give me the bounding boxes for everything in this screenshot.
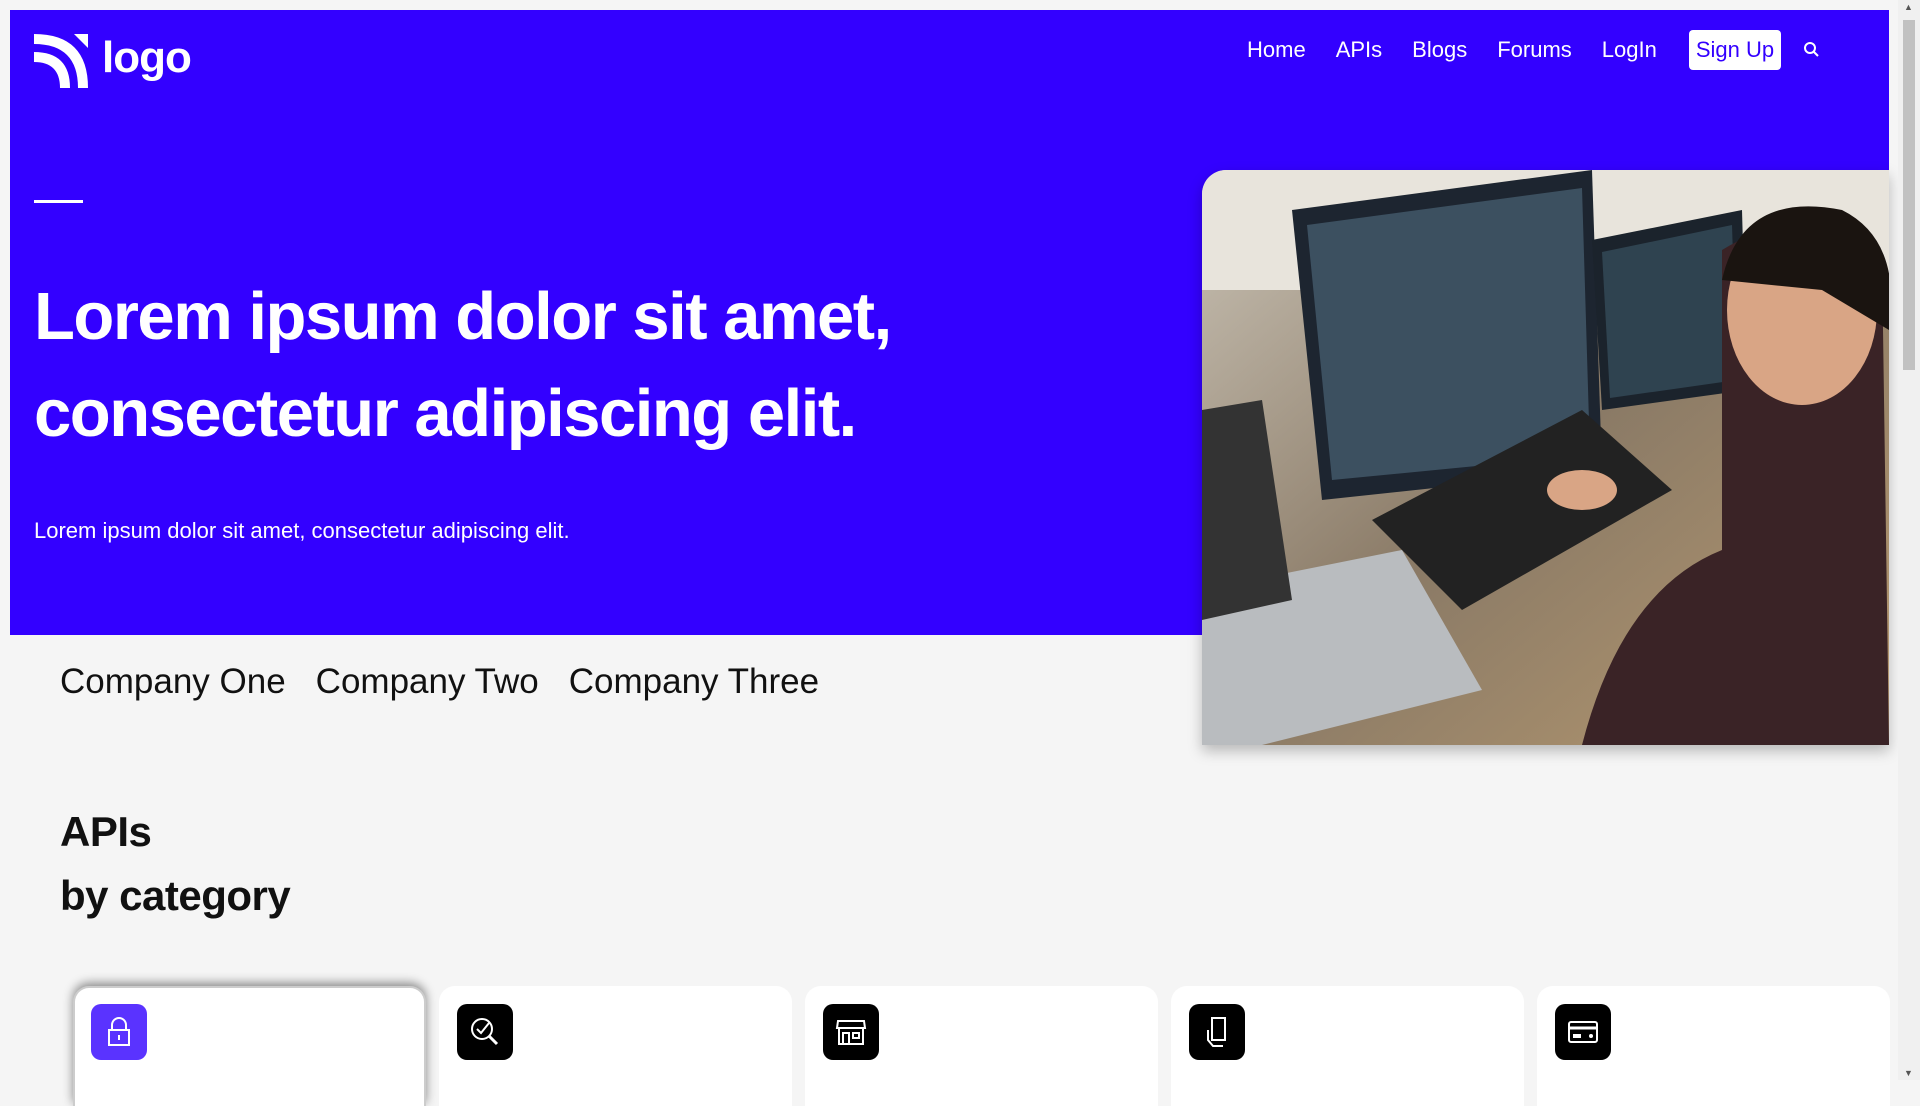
signup-button[interactable]: Sign Up bbox=[1688, 30, 1782, 70]
hero-headline: Lorem ipsum dolor sit amet, consectetur … bbox=[34, 268, 1134, 462]
company-three: Company Three bbox=[568, 662, 820, 701]
hero-subtitle: Lorem ipsum dolor sit amet, consectetur … bbox=[34, 518, 570, 543]
scroll-down-arrow-icon[interactable]: ▼ bbox=[1904, 1068, 1913, 1078]
hero-dash-divider bbox=[34, 200, 83, 203]
headline-line-2: consectetur adipiscing elit. bbox=[34, 376, 857, 451]
nav-login[interactable]: LogIn bbox=[1602, 37, 1657, 63]
nav-blogs[interactable]: Blogs bbox=[1412, 37, 1467, 63]
company-two: Company Two bbox=[315, 662, 539, 701]
headline-line-1: Lorem ipsum dolor sit amet, bbox=[34, 279, 892, 354]
phone-hand-icon bbox=[1189, 1004, 1245, 1060]
store-icon bbox=[823, 1004, 879, 1060]
nav-apis[interactable]: APIs bbox=[1336, 37, 1382, 63]
logo[interactable]: logo bbox=[34, 33, 192, 88]
category-cards bbox=[73, 986, 1890, 1106]
search-check-icon bbox=[457, 1004, 513, 1060]
nav-forums[interactable]: Forums bbox=[1497, 37, 1572, 63]
category-card-search[interactable] bbox=[439, 986, 792, 1106]
nav-home[interactable]: Home bbox=[1247, 37, 1306, 63]
section-title: APIs by category bbox=[60, 800, 291, 928]
category-card-mobile[interactable] bbox=[1171, 986, 1524, 1106]
section-title-line-2: by category bbox=[60, 872, 291, 919]
logo-icon bbox=[34, 34, 88, 88]
page-scrollbar[interactable]: ▲ ▼ bbox=[1898, 0, 1920, 1080]
scroll-up-arrow-icon[interactable]: ▲ bbox=[1904, 2, 1913, 12]
company-list: Company One Company Two Company Three bbox=[60, 662, 819, 702]
category-card-store[interactable] bbox=[805, 986, 1158, 1106]
scrollbar-thumb[interactable] bbox=[1903, 20, 1915, 370]
credit-card-icon bbox=[1555, 1004, 1611, 1060]
company-one: Company One bbox=[60, 662, 286, 701]
lock-icon bbox=[91, 1004, 147, 1060]
category-card-payments[interactable] bbox=[1537, 986, 1890, 1106]
logo-text: logo bbox=[102, 33, 192, 82]
search-icon[interactable] bbox=[1803, 41, 1821, 59]
section-title-line-1: APIs bbox=[60, 808, 152, 855]
hero-image bbox=[1202, 170, 1889, 745]
main-nav: Home APIs Blogs Forums LogIn Sign Up bbox=[1247, 30, 1821, 70]
category-card-security[interactable] bbox=[73, 986, 426, 1106]
